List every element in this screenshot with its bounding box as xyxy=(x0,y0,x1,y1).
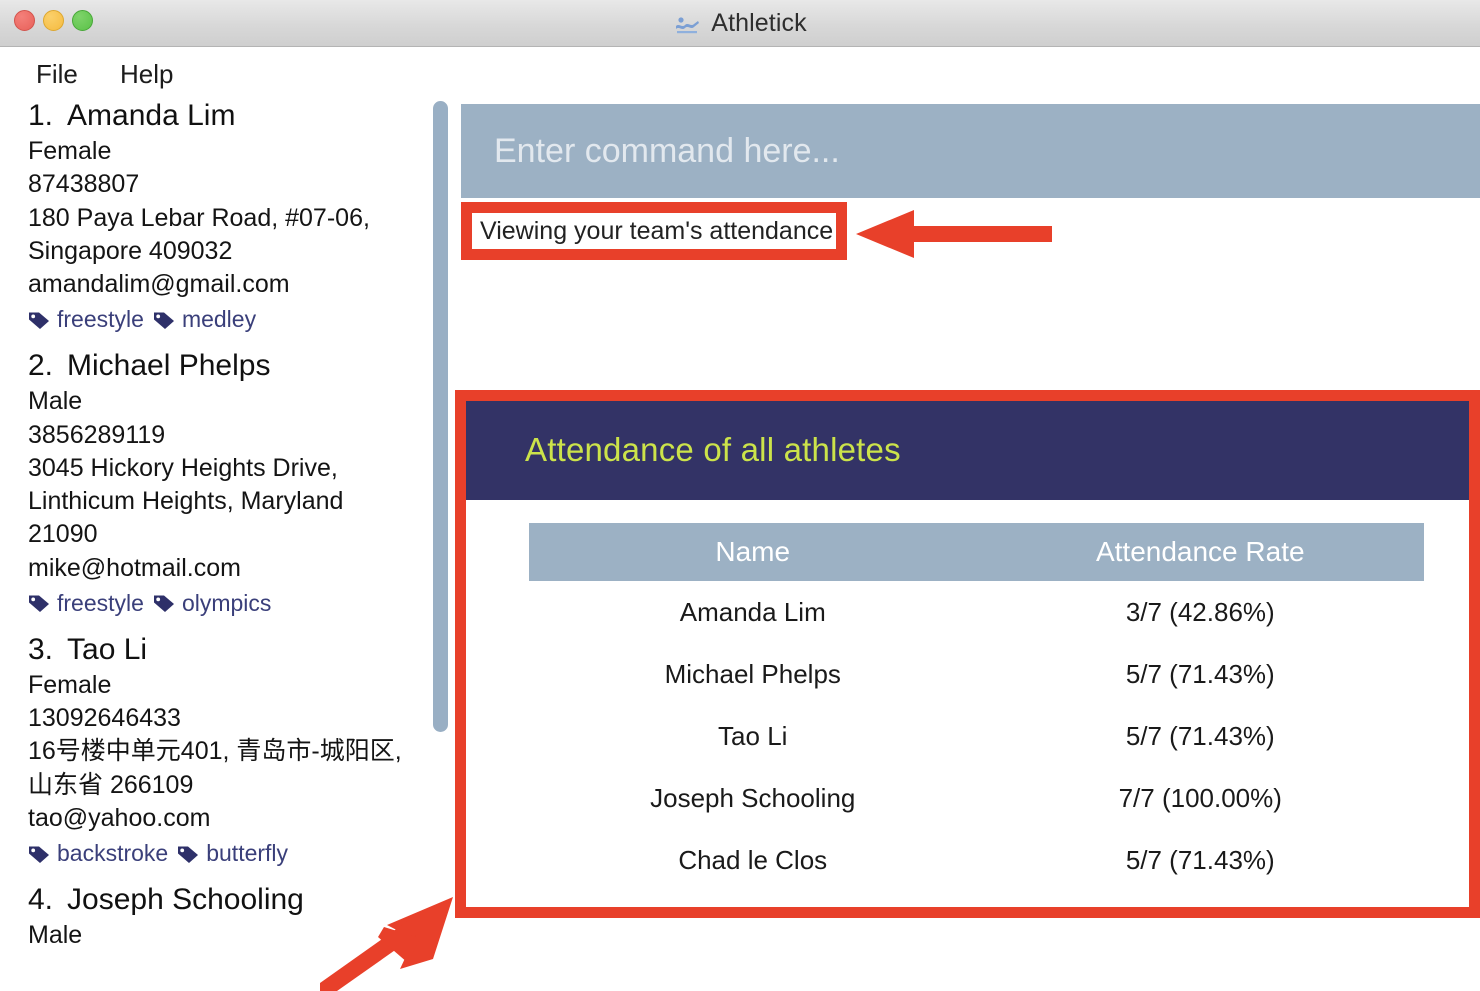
tag-label: medley xyxy=(181,306,257,333)
command-input-placeholder: Enter command here... xyxy=(494,131,840,170)
window-title-group: Athletick xyxy=(0,0,1480,47)
attendance-table-head: Name Attendance Rate xyxy=(529,523,1424,581)
tag-icon xyxy=(178,846,199,863)
person-gender: Male xyxy=(28,921,83,949)
tag-icon xyxy=(153,595,174,613)
person-tags: freestyle medley xyxy=(28,306,416,333)
cell-rate: 5/7 (71.43%) xyxy=(1125,658,1275,689)
table-row: Michael Phelps 5/7 (71.43%) xyxy=(529,643,1424,705)
person-tags: backstroke butterfly xyxy=(28,840,416,867)
tag-icon xyxy=(29,846,49,863)
tag-label: butterfly xyxy=(206,840,289,866)
cell-rate: 5/7 (71.43%) xyxy=(1125,844,1275,875)
cell-rate: 7/7 (100.00%) xyxy=(1118,782,1282,813)
tag-chip[interactable]: butterfly xyxy=(177,840,288,867)
command-input[interactable]: Enter command here... xyxy=(461,104,1480,198)
person-header: 3. Tao Li xyxy=(28,633,416,667)
menu-item-help[interactable]: Help xyxy=(120,59,173,90)
cell-name: Michael Phelps xyxy=(664,658,841,689)
tag-chip[interactable]: backstroke xyxy=(28,840,168,867)
app-window: Athletick File Help 1. Amanda Lim Female … xyxy=(0,0,1480,991)
menubar: File Help xyxy=(0,47,1480,99)
tag-chip[interactable]: freestyle xyxy=(28,306,144,333)
person-header: 1. Amanda Lim xyxy=(28,99,416,133)
list-item[interactable]: 4. Joseph Schooling Male xyxy=(0,883,428,952)
tag-chip[interactable]: freestyle xyxy=(28,590,144,617)
person-phone: 13092646433 xyxy=(28,704,181,732)
result-display-text: Viewing your team's attendance xyxy=(480,216,834,245)
tag-chip[interactable]: medley xyxy=(153,306,256,333)
person-email: amandalim@gmail.com xyxy=(28,270,290,298)
attendance-panel-title: Attendance of all athletes xyxy=(525,430,901,468)
person-email: tao@yahoo.com xyxy=(28,803,211,832)
column-header-attendance-rate: Attendance Rate xyxy=(1095,536,1305,567)
cell-name: Tao Li xyxy=(718,720,788,751)
person-index: 2. xyxy=(28,349,54,383)
attendance-panel-header: Attendance of all athletes xyxy=(463,399,1480,500)
cell-name: Amanda Lim xyxy=(679,596,826,627)
table-row: Amanda Lim 3/7 (42.86%) xyxy=(529,581,1424,643)
tag-label: backstroke xyxy=(57,840,169,866)
attendance-table-container: Name Attendance Rate Amanda Lim 3/7 (42.… xyxy=(463,500,1480,912)
person-header: 2. Michael Phelps xyxy=(28,349,416,383)
attendance-table-body: Amanda Lim 3/7 (42.86%) Michael Phelps 5… xyxy=(529,581,1424,891)
list-scrollbar-thumb[interactable] xyxy=(433,101,448,732)
list-item[interactable]: 1. Amanda Lim Female 87438807 180 Paya Le… xyxy=(0,99,428,333)
person-index: 4. xyxy=(28,883,54,916)
column-header-name: Name xyxy=(715,536,791,567)
tag-label: olympics xyxy=(181,589,272,616)
person-address: 180 Paya Lebar Road, #07-06, Singapore 4… xyxy=(28,203,377,265)
attendance-table: Name Attendance Rate Amanda Lim 3/7 (42.… xyxy=(529,523,1424,891)
table-header-row: Name Attendance Rate xyxy=(529,523,1424,581)
table-row: Joseph Schooling 7/7 (100.00%) xyxy=(529,767,1424,829)
tag-chip[interactable]: olympics xyxy=(153,590,271,617)
person-address: 16号楼中单元401, 青岛市-城阳区, 山东省 266109 xyxy=(28,737,409,799)
tag-icon xyxy=(29,595,49,613)
person-name: Michael Phelps xyxy=(67,349,271,383)
cell-rate: 3/7 (42.86%) xyxy=(1125,596,1275,627)
cell-rate: 5/7 (71.43%) xyxy=(1125,720,1275,751)
person-list-panel[interactable]: 1. Amanda Lim Female 87438807 180 Paya Le… xyxy=(0,99,428,991)
tag-label: freestyle xyxy=(57,589,144,616)
person-name: Amanda Lim xyxy=(67,99,236,132)
tag-icon xyxy=(153,312,174,329)
table-row: Tao Li 5/7 (71.43%) xyxy=(529,705,1424,767)
tag-label: freestyle xyxy=(57,306,144,333)
person-name: Joseph Schooling xyxy=(67,883,304,916)
cell-name: Joseph Schooling xyxy=(650,782,856,813)
person-gender: Female xyxy=(28,670,112,699)
cell-name: Chad le Clos xyxy=(678,844,828,875)
list-item[interactable]: 2. Michael Phelps Male 3856289119 3045 Hi… xyxy=(0,349,428,617)
table-row: Chad le Clos 5/7 (71.43%) xyxy=(529,829,1424,891)
person-phone: 87438807 xyxy=(28,170,140,199)
tag-icon xyxy=(29,312,49,329)
person-email: mike@hotmail.com xyxy=(28,553,241,582)
person-gender: Female xyxy=(28,137,112,165)
result-display: Viewing your team's attendance xyxy=(471,207,841,255)
person-header: 4. Joseph Schooling xyxy=(28,883,416,917)
person-gender: Male xyxy=(28,387,83,416)
person-phone: 3856289119 xyxy=(28,420,166,449)
person-tags: freestyle olympics xyxy=(28,590,416,617)
person-index: 1. xyxy=(28,99,54,132)
window-titlebar: Athletick xyxy=(0,0,1480,47)
attendance-panel: Attendance of all athletes Name Attendan… xyxy=(463,399,1480,912)
window-title: Athletick xyxy=(711,9,807,37)
main-content-pane: Enter command here... Viewing your team'… xyxy=(452,99,1480,991)
menu-item-file[interactable]: File xyxy=(36,59,78,90)
person-address: 3045 Hickory Heights Drive, Linthicum He… xyxy=(28,453,351,549)
swimmer-logo-icon xyxy=(676,16,700,33)
person-index: 3. xyxy=(28,632,54,666)
list-item[interactable]: 3. Tao Li Female 13092646433 16号楼中单元401, … xyxy=(0,633,428,867)
person-name: Tao Li xyxy=(67,632,148,666)
